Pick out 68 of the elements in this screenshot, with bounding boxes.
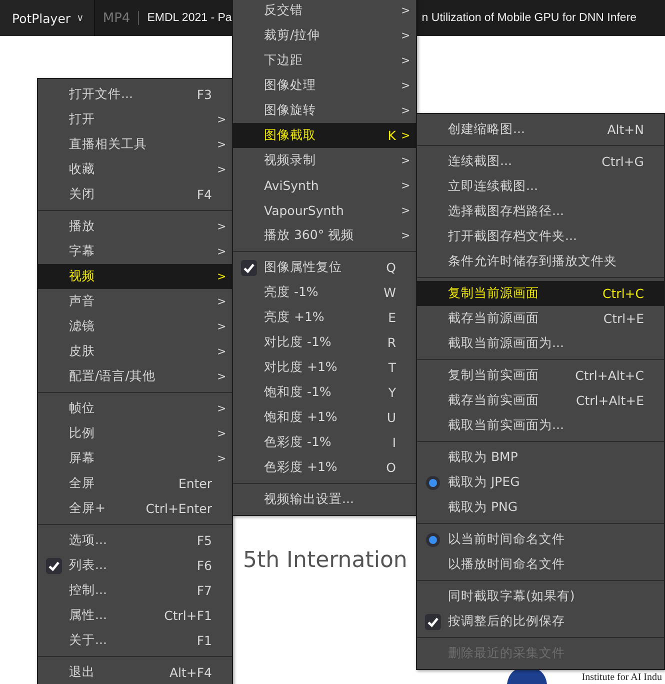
menu-item[interactable]: 打开文件... F3 [38,82,232,107]
menu-item[interactable]: 截存当前实画面 Ctrl+Alt+E [417,388,664,413]
app-menu-button[interactable]: PotPlayer ∨ [0,0,95,36]
menu-item[interactable]: 直播相关工具 > [38,132,232,157]
menu-item[interactable]: 对比度 +1% T [233,355,416,380]
menu-item[interactable]: 播放 > [38,214,232,239]
menu-item[interactable]: 视频输出设置... [233,487,416,512]
menu-item[interactable]: 皮肤 > [38,339,232,364]
menu-item[interactable]: 图像截取 K > [233,123,416,148]
menu-item[interactable]: 亮度 -1% W [233,280,416,305]
menu-item[interactable]: 屏幕 > [38,446,232,471]
menu-item[interactable]: AviSynth > [233,173,416,198]
menu-item[interactable]: 对比度 -1% R [233,330,416,355]
menu-item[interactable]: 截取当前源画面为... [417,331,664,356]
menu-item[interactable]: 截取为 PNG [417,495,664,520]
menu-item[interactable]: 打开 > [38,107,232,132]
menu-item[interactable]: 属性... Ctrl+F1 [38,603,232,628]
menu-item[interactable]: 帧位 > [38,396,232,421]
menu-item[interactable]: 控制... F7 [38,578,232,603]
menu-item[interactable]: 关闭 F4 [38,182,232,207]
menu-item[interactable]: 关于... F1 [38,628,232,653]
menu-item[interactable]: 播放 360° 视频 > [233,223,416,248]
menu-item[interactable]: 下边距 > [233,48,416,73]
menu-item[interactable]: 视频 > [38,264,232,289]
menu-item[interactable]: 配置/语言/其他 > [38,364,232,389]
menu-item[interactable]: 以播放时间命名文件 [417,552,664,577]
menu-item[interactable]: 字幕 > [38,239,232,264]
menu-item[interactable]: 饱和度 +1% U [233,405,416,430]
menu-item[interactable]: 饱和度 -1% Y [233,380,416,405]
menu-item[interactable]: 比例 > [38,421,232,446]
menu-item[interactable]: 收藏 > [38,157,232,182]
menu-item[interactable]: 选项... F5 [38,528,232,553]
menu-item[interactable]: 图像旋转 > [233,98,416,123]
menu-item[interactable]: 连续截图... Ctrl+G [417,149,664,174]
menu-item[interactable]: 列表... F6 [38,553,232,578]
menu-item[interactable]: 打开截图存档文件夹... [417,224,664,249]
menu-item[interactable]: 截取为 JPEG [417,470,664,495]
menu-item[interactable]: 色彩度 +1% O [233,455,416,480]
menu-item[interactable]: 立即连续截图... [417,174,664,199]
menu-item[interactable]: 复制当前实画面 Ctrl+Alt+C [417,363,664,388]
window-title: EMDL 2021 - Pa [147,12,232,24]
menu-item[interactable]: 图像处理 > [233,73,416,98]
menu-item[interactable]: VapourSynth > [233,198,416,223]
menu-item[interactable]: 同时截取字幕(如果有) [417,584,664,609]
menu-item[interactable]: 亮度 +1% E [233,305,416,330]
menu-item[interactable]: 按调整后的比例保存 [417,609,664,634]
menu-item[interactable]: 全屏 Enter [38,471,232,496]
menu-item[interactable]: 截取为 BMP [417,445,664,470]
menu-item[interactable]: 色彩度 -1% I [233,430,416,455]
menu-item[interactable]: 反交错 > [233,0,416,23]
menu-item[interactable]: 创建缩略图... Alt+N [417,117,664,142]
logo-caption: Institute for AI Indu [582,672,662,683]
menu-item[interactable]: 截存当前源画面 Ctrl+E [417,306,664,331]
menu-item[interactable]: 条件允许时储存到播放文件夹 [417,249,664,274]
menu-item[interactable]: 全屏+ Ctrl+Enter [38,496,232,521]
menu-item[interactable]: 以当前时间命名文件 [417,527,664,552]
menu-item[interactable]: 图像属性复位 Q [233,255,416,280]
menu-item[interactable]: 选择截图存档路径... [417,199,664,224]
menu-item[interactable]: 滤镜 > [38,314,232,339]
format-label: MP4 [102,10,130,26]
menu-item[interactable]: 视频录制 > [233,148,416,173]
menu-item[interactable]: 截取当前实画面为... [417,413,664,438]
menu-item[interactable]: 裁剪/拉伸 > [233,23,416,48]
menu-item[interactable]: 复制当前源画面 Ctrl+C [417,281,664,306]
menu-item[interactable]: 声音 > [38,289,232,314]
slide-heading: 5th Internation [243,548,408,573]
window-title: n Utilization of Mobile GPU for DNN Infere [422,12,637,24]
menu-item[interactable]: 退出 Alt+F4 [38,660,232,684]
